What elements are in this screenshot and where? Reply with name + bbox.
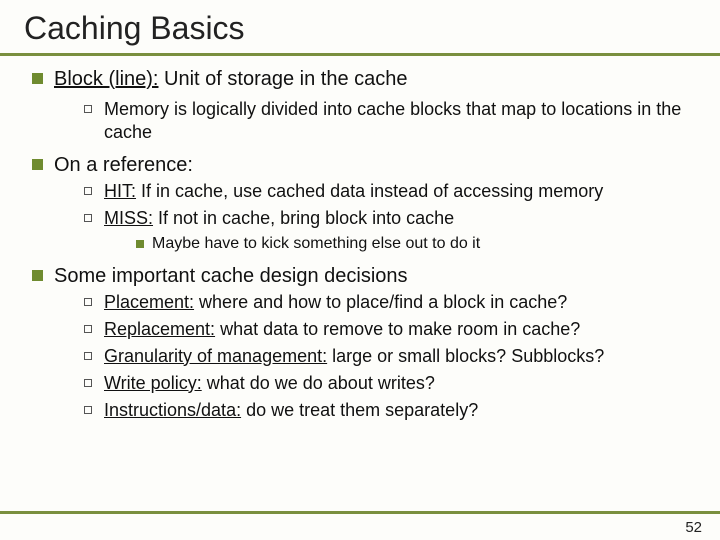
sub-group: Placement: where and how to place/find a… (30, 291, 696, 422)
slide-title: Caching Basics (24, 10, 696, 47)
term-write-policy: Write policy: (104, 373, 202, 393)
sub-bullet-hit: HIT: If in cache, use cached data instea… (82, 180, 696, 203)
text: do we treat them separately? (241, 400, 478, 420)
sub-group: HIT: If in cache, use cached data instea… (30, 180, 696, 255)
term-instructions-data: Instructions/data: (104, 400, 241, 420)
text: what do we do about writes? (202, 373, 435, 393)
term-replacement: Replacement: (104, 319, 215, 339)
sub-bullet-instructions-data: Instructions/data: do we treat them sepa… (82, 399, 696, 422)
term-miss: MISS: (104, 208, 153, 228)
term-granularity: Granularity of management: (104, 346, 327, 366)
text: large or small blocks? Subblocks? (327, 346, 604, 366)
sub-bullet-miss: MISS: If not in cache, bring block into … (82, 207, 696, 255)
term-hit: HIT: (104, 181, 136, 201)
text: If in cache, use cached data instead of … (136, 181, 603, 201)
sub-bullet: Memory is logically divided into cache b… (82, 98, 696, 144)
bullet-on-reference: On a reference: (30, 152, 696, 178)
sub-bullet-replacement: Replacement: what data to remove to make… (82, 318, 696, 341)
bullet-design-decisions: Some important cache design decisions (30, 263, 696, 289)
subsub-bullet: Maybe have to kick something else out to… (134, 234, 696, 254)
text: what data to remove to make room in cach… (215, 319, 580, 339)
term-placement: Placement: (104, 292, 194, 312)
text: Unit of storage in the cache (158, 68, 407, 90)
term-block-line: Block (line): (54, 68, 158, 90)
page-number: 52 (685, 519, 702, 536)
bullet-block-line: Block (line): Unit of storage in the cac… (30, 66, 696, 144)
text: If not in cache, bring block into cache (153, 208, 454, 228)
sub-bullet-granularity: Granularity of management: large or smal… (82, 345, 696, 368)
text: where and how to place/find a block in c… (194, 292, 567, 312)
title-rule (0, 53, 720, 56)
bullet-list: Block (line): Unit of storage in the cac… (24, 66, 696, 422)
footer-rule (0, 511, 720, 514)
sub-bullet-write-policy: Write policy: what do we do about writes… (82, 372, 696, 395)
slide: Caching Basics Block (line): Unit of sto… (0, 0, 720, 540)
sub-bullet-placement: Placement: where and how to place/find a… (82, 291, 696, 314)
